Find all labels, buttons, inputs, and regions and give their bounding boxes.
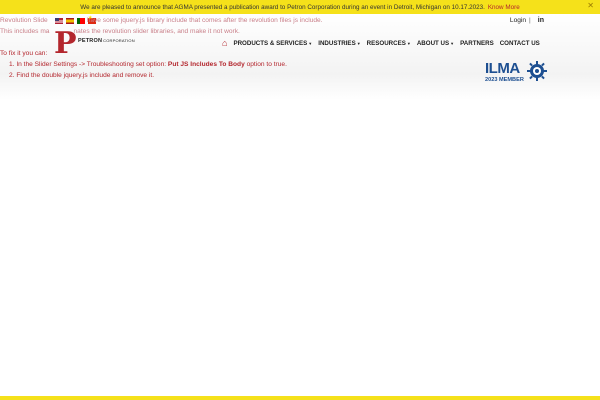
top-links: Login | in xyxy=(510,17,544,24)
chevron-down-icon: ▼ xyxy=(356,40,361,46)
linkedin-icon[interactable]: in xyxy=(538,17,544,24)
chevron-down-icon: ▼ xyxy=(406,40,411,46)
link-separator: | xyxy=(529,17,531,24)
ilma-member-year: 2023 MEMBER xyxy=(485,77,524,83)
home-icon[interactable]: ⌂ xyxy=(222,38,227,48)
nav-industries[interactable]: INDUSTRIES▼ xyxy=(318,40,360,47)
error-step-1: 1. In the Slider Settings -> Troubleshoo… xyxy=(9,61,287,68)
nav-partners[interactable]: PARTNERS xyxy=(460,40,494,47)
main-nav: ⌂ PRODUCTS & SERVICES▼ INDUSTRIES▼ RESOU… xyxy=(222,38,546,48)
nav-resources[interactable]: RESOURCES▼ xyxy=(367,40,411,47)
close-icon[interactable]: ✕ xyxy=(587,1,594,10)
nav-products-services[interactable]: PRODUCTS & SERVICES▼ xyxy=(233,40,312,47)
chevron-down-icon: ▼ xyxy=(308,40,313,46)
ilma-word: ILMA xyxy=(485,60,520,77)
announcement-bar: We are pleased to announce that AGMA pre… xyxy=(0,0,600,14)
nav-contact-us[interactable]: CONTACT US xyxy=(500,40,540,47)
error-step-1-option: Put JS Includes To Body xyxy=(167,61,245,68)
error-step-2: 2. Find the double jquery.js include and… xyxy=(9,72,155,79)
know-more-link[interactable]: Know More xyxy=(488,4,520,11)
gear-icon xyxy=(527,61,547,81)
announcement-text: We are pleased to announce that AGMA pre… xyxy=(80,3,485,11)
logo-wordmark: PETRONCORPORATION xyxy=(78,38,135,44)
chevron-down-icon: ▼ xyxy=(450,40,455,46)
error-line-1: Revolution Slide have some jquery.js libr… xyxy=(0,17,323,24)
ilma-member-badge: ILMA 2023 MEMBER xyxy=(484,60,548,86)
login-link[interactable]: Login xyxy=(510,17,526,24)
error-line-2: This includes ma nates the revolution sli… xyxy=(0,28,240,35)
nav-about-us[interactable]: ABOUT US▼ xyxy=(417,40,454,47)
error-fix-intro: To fix it you can: xyxy=(0,50,48,57)
footer-accent-bar xyxy=(0,396,600,400)
